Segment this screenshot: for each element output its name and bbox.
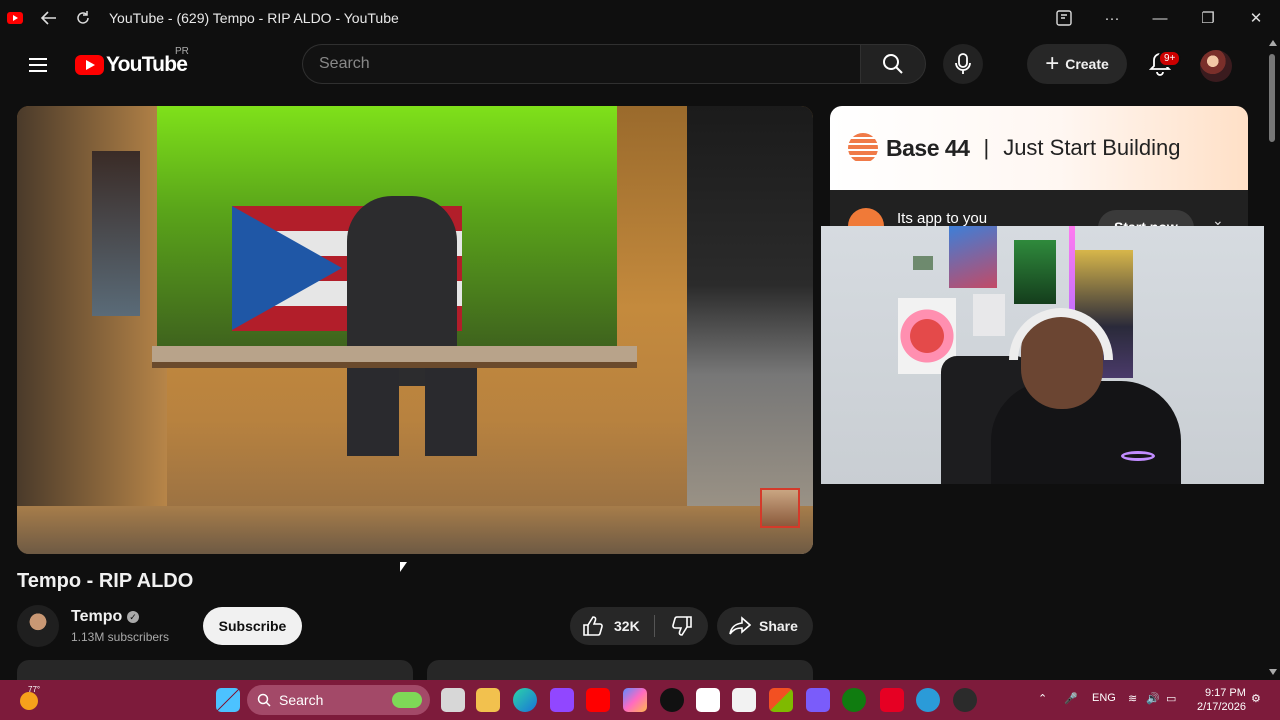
base44-logo-icon <box>848 133 878 163</box>
thumbs-up-icon <box>583 616 603 636</box>
webcam-overlay <box>821 226 1280 484</box>
refresh-icon[interactable] <box>71 6 95 30</box>
share-label: Share <box>759 618 798 634</box>
notification-center-icon[interactable]: ⚙ <box>1251 692 1261 705</box>
copilot-icon[interactable] <box>623 688 647 712</box>
search-icon <box>883 54 903 74</box>
capcut-icon[interactable] <box>732 688 756 712</box>
browser-title-bar: YouTube - (629) Tempo - RIP ALDO - YouTu… <box>0 0 1280 36</box>
battery-icon[interactable]: ▭ <box>1166 692 1176 705</box>
task-view-icon[interactable] <box>441 688 465 712</box>
description-card[interactable] <box>17 660 413 680</box>
microphone-icon <box>955 53 971 74</box>
windows-taskbar: 77° Search ⌃ 🎤 ENG ≋ 🔊 ▭ 9:17 PM 2/17/20… <box>0 680 1280 720</box>
comments-card[interactable] <box>427 660 813 680</box>
subscribe-button[interactable]: Subscribe <box>203 607 302 645</box>
ad-app-text: Its app to you <box>897 210 988 226</box>
edge-browser-icon[interactable] <box>513 688 537 712</box>
channel-name[interactable]: Tempo <box>71 608 122 626</box>
search-input[interactable] <box>302 44 860 84</box>
video-player[interactable] <box>17 106 813 554</box>
twitch-icon[interactable] <box>550 688 574 712</box>
weather-sun-icon <box>20 692 38 710</box>
share-button[interactable]: Share <box>717 607 813 645</box>
restore-icon[interactable]: ❐ <box>1184 6 1232 30</box>
youtube-favicon-icon <box>7 12 23 24</box>
verified-check-icon: ✓ <box>127 611 139 623</box>
weather-widget[interactable]: 77° <box>16 685 42 712</box>
thumbs-down-icon <box>672 616 692 636</box>
video-title: Tempo - RIP ALDO <box>17 570 194 592</box>
youtube-logo[interactable]: YouTube PR <box>75 46 189 77</box>
chevron-down-icon[interactable]: ⌄ <box>1212 212 1224 226</box>
hamburger-menu-icon[interactable] <box>18 45 58 85</box>
close-icon[interactable]: ✕ <box>1232 6 1280 30</box>
xbox-icon[interactable] <box>842 688 866 712</box>
channel-watermark[interactable] <box>760 488 800 528</box>
obs-studio-icon[interactable] <box>953 688 977 712</box>
notifications-button[interactable]: 9+ <box>1140 44 1182 84</box>
browser-icon[interactable] <box>916 688 940 712</box>
taskbar-search-label: Search <box>279 692 324 708</box>
file-explorer-icon[interactable] <box>476 688 500 712</box>
youtube-app-icon[interactable] <box>586 688 610 712</box>
window-controls: ··· — ❐ ✕ <box>1040 0 1280 36</box>
youtube-play-logo-icon <box>75 55 104 75</box>
back-arrow-icon[interactable] <box>37 6 61 30</box>
ad-brand: Base 44 <box>886 134 970 161</box>
microphone-tray-icon[interactable]: 🎤 <box>1064 692 1078 705</box>
system-clock[interactable]: 9:17 PM 2/17/2026 <box>1197 686 1246 714</box>
clock-date: 2/17/2026 <box>1197 701 1246 713</box>
page-scrollbar[interactable] <box>1264 36 1280 680</box>
scroll-thumb[interactable] <box>1269 54 1275 142</box>
pinterest-icon[interactable] <box>880 688 904 712</box>
volume-icon[interactable]: 🔊 <box>1146 692 1160 705</box>
voice-search-button[interactable] <box>943 44 983 84</box>
divider <box>654 615 655 637</box>
ad-start-button[interactable]: Start now <box>1098 210 1194 226</box>
ad-info-row: Its app to you Start now ⌄ <box>830 190 1248 226</box>
plus-icon: + <box>1045 50 1060 77</box>
channel-avatar[interactable] <box>17 605 59 647</box>
ad-banner[interactable]: Base 44 | Just Start Building <box>830 106 1248 190</box>
app-icon[interactable] <box>1040 6 1088 30</box>
tray-chevron-up-icon[interactable]: ⌃ <box>1038 692 1047 705</box>
search-icon <box>257 693 271 707</box>
weather-temp: 77° <box>28 685 41 694</box>
microphone-light <box>1121 451 1155 461</box>
wifi-icon[interactable]: ≋ <box>1128 692 1137 705</box>
create-label: Create <box>1065 56 1109 72</box>
obs-app-icon[interactable] <box>806 688 830 712</box>
notification-badge: 9+ <box>1158 50 1182 67</box>
gmail-icon[interactable] <box>696 688 720 712</box>
dislike-button[interactable] <box>656 607 708 645</box>
scroll-down-arrow-icon[interactable] <box>1269 669 1277 675</box>
language-indicator[interactable]: ENG <box>1092 692 1116 704</box>
mask-widget-icon <box>392 692 422 708</box>
create-button[interactable]: + Create <box>1027 44 1127 84</box>
search-button[interactable] <box>860 44 926 84</box>
ad-app-icon <box>848 208 884 226</box>
like-count: 32K <box>614 618 640 634</box>
mouse-cursor <box>400 562 407 572</box>
scroll-up-arrow-icon[interactable] <box>1269 40 1277 46</box>
ad-separator: | <box>983 135 990 160</box>
country-code: PR <box>175 46 189 57</box>
minimize-icon[interactable]: — <box>1136 6 1184 30</box>
more-icon[interactable]: ··· <box>1088 6 1136 30</box>
ad-panel[interactable]: Base 44 | Just Start Building Its app to… <box>830 106 1248 226</box>
microsoft-store-icon[interactable] <box>769 688 793 712</box>
start-windows-icon[interactable] <box>216 688 240 712</box>
tiktok-icon[interactable] <box>660 688 684 712</box>
account-avatar[interactable] <box>1200 50 1232 82</box>
like-button[interactable]: 32K <box>570 607 654 645</box>
window-title: YouTube - (629) Tempo - RIP ALDO - YouTu… <box>109 10 399 26</box>
clock-time: 9:17 PM <box>1204 687 1246 699</box>
like-dislike-group: 32K <box>570 607 708 645</box>
taskbar-search[interactable]: Search <box>247 685 430 715</box>
share-icon <box>729 616 751 635</box>
subscriber-count: 1.13M subscribers <box>71 630 170 644</box>
ad-tagline: Just Start Building <box>1003 135 1181 160</box>
masthead: YouTube PR + Create 9+ <box>0 36 1264 94</box>
